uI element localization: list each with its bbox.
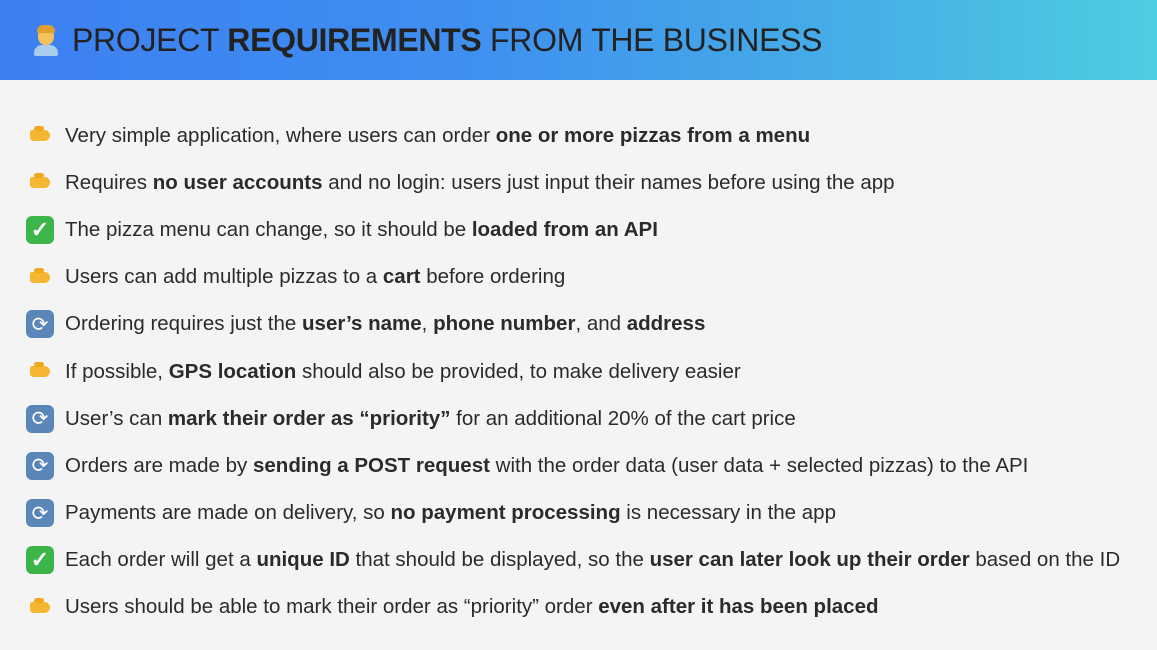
emphasis-text: user can later look up their order [649,548,970,572]
pointing-hand-icon [24,357,56,387]
emphasis-text: user’s name [302,312,422,336]
emphasis-text: phone number [433,312,576,336]
requirements-list: Very simple application, where users can… [24,112,1120,631]
requirement-item: ⟳ Orders are made by sending a POST reque… [24,442,1120,489]
refresh-icon: ⟳ [24,404,56,434]
plain-text: should also be provided, to make deliver… [296,359,741,383]
requirement-text: Requires no user accounts and no login: … [65,171,895,195]
requirement-text: Payments are made on delivery, so no pay… [65,501,836,525]
plain-text: is necessary in the app [620,501,836,525]
requirement-text: Orders are made by sending a POST reques… [65,454,1028,478]
plain-text: If possible, [65,359,169,383]
requirement-text: If possible, GPS location should also be… [65,360,741,384]
requirement-text: Ordering requires just the user’s name , … [65,312,705,336]
requirement-item: ⟳ User’s can mark their order as “priorit… [24,395,1120,442]
plain-text: before ordering [420,265,566,289]
requirement-text: Each order will get a unique ID that sho… [65,548,1120,572]
title-bold: REQUIREMENTS [227,21,482,58]
requirement-item: If possible, GPS location should also be… [24,348,1120,395]
emphasis-text: no payment processing [390,501,621,525]
plain-text: Orders are made by [65,453,253,477]
plain-text: Each order will get a [65,548,257,572]
requirement-item: Very simple application, where users can… [24,112,1120,159]
plain-text: Users can add multiple pizzas to a [65,265,383,289]
requirement-text: The pizza menu can change, so it should … [65,218,658,242]
emphasis-text: one or more pizzas from a menu [495,123,811,147]
refresh-icon: ⟳ [24,451,56,481]
pointing-hand-icon [24,121,56,151]
plain-text: The pizza menu can change, so it should … [65,217,472,241]
title-suffix: FROM THE BUSINESS [481,21,823,58]
slide-header: PROJECT REQUIREMENTS FROM THE BUSINESS [0,0,1157,80]
plain-text: , and [575,312,627,336]
plain-text: for an additional 20% of the cart price [450,406,796,430]
requirement-item: ⟳ Payments are made on delivery, so no pa… [24,490,1120,537]
emphasis-text: GPS location [168,359,297,383]
check-mark-icon: ✓ [24,215,56,245]
emphasis-text: unique ID [256,548,350,572]
emphasis-text: cart [382,265,421,289]
title-prefix: PROJECT [72,21,228,58]
plain-text: based on the ID [969,548,1121,572]
slide-title: PROJECT REQUIREMENTS FROM THE BUSINESS [72,21,823,59]
refresh-icon: ⟳ [24,309,56,339]
plain-text: User’s can [65,406,168,430]
refresh-icon: ⟳ [24,498,56,528]
pointing-hand-icon [24,592,56,622]
plain-text: that should be displayed, so the [349,548,650,572]
plain-text: with the order data (user data + selecte… [489,453,1029,477]
plain-text: and no login: users just input their nam… [322,170,895,194]
requirement-text: Users can add multiple pizzas to a cart … [65,265,565,289]
check-mark-icon: ✓ [24,545,56,575]
requirement-text: Very simple application, where users can… [65,124,810,148]
plain-text: , [421,312,434,336]
requirement-item: ✓ Each order will get a unique ID that sh… [24,537,1120,584]
requirement-item: Users can add multiple pizzas to a cart … [24,254,1120,301]
emphasis-text: loaded from an API [471,217,658,241]
emphasis-text: even after it has been placed [598,595,879,619]
requirement-item: ⟳ Ordering requires just the user’s name,… [24,301,1120,348]
man-office-worker-icon [30,24,62,56]
requirement-text: User’s can mark their order as “priority… [65,407,796,431]
plain-text: Requires [65,170,153,194]
requirement-item: Requires no user accounts and no login: … [24,159,1120,206]
emphasis-text: sending a POST request [253,453,490,477]
emphasis-text: address [626,312,706,336]
plain-text: Users should be able to mark their order… [65,595,599,619]
emphasis-text: no user accounts [152,170,323,194]
pointing-hand-icon [24,262,56,292]
requirement-item: Users should be able to mark their order… [24,584,1120,631]
plain-text: Very simple application, where users can… [65,123,496,147]
pointing-hand-icon [24,168,56,198]
plain-text: Ordering requires just the [65,312,303,336]
emphasis-text: mark their order as “priority” [167,406,451,430]
requirement-text: Users should be able to mark their order… [65,595,879,619]
requirement-item: ✓ The pizza menu can change, so it should… [24,206,1120,253]
plain-text: Payments are made on delivery, so [65,501,391,525]
